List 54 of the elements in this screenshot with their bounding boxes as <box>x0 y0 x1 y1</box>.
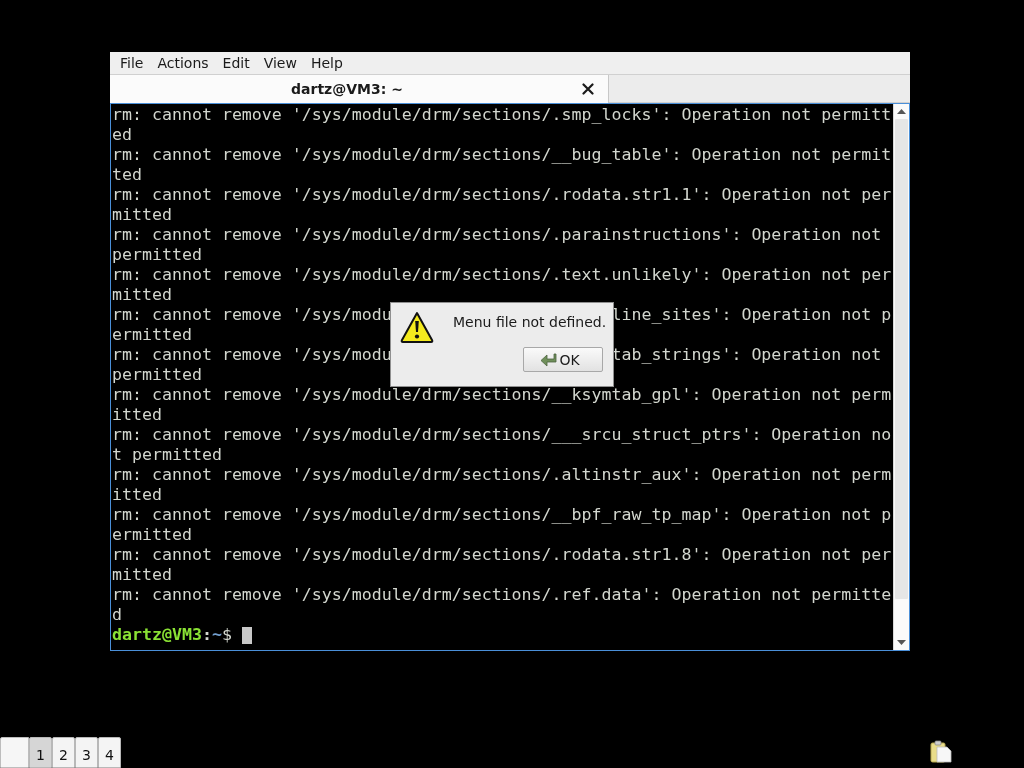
prompt-symbol: $ <box>221 625 232 645</box>
terminal-line: rm: cannot remove '/sys/modu <box>112 305 392 325</box>
warning-icon <box>400 311 434 344</box>
terminal-line: rm: cannot remove '/sys/module/drm/sections/.ref.data': Operation not permitte <box>112 585 892 605</box>
terminal-line: ted <box>112 165 142 185</box>
return-arrow-icon <box>540 352 558 367</box>
terminal-line: permitted <box>112 245 202 265</box>
workspace-button[interactable]: 2 <box>52 737 75 768</box>
terminal-line: rm: cannot remove '/sys/module/drm/sections/.parainstructions': Operation not <box>112 225 882 245</box>
terminal-line: rm: cannot remove '/sys/module/drm/sections/__bpf_raw_tp_map': Operation not p <box>112 505 892 525</box>
menu-item[interactable]: Edit <box>215 53 257 73</box>
terminal-line: tab_strings': Operation not <box>611 345 882 365</box>
workspace-button[interactable]: 4 <box>98 737 121 768</box>
workspace-button[interactable]: 3 <box>75 737 98 768</box>
terminal-line: rm: cannot remove '/sys/module/drm/sections/.rodata.str1.8': Operation not per <box>112 545 892 565</box>
clipboard-icon[interactable] <box>930 740 952 763</box>
terminal-line: mitted <box>112 565 172 585</box>
terminal-line: rm: cannot remove '/sys/module/drm/sections/___srcu_struct_ptrs': Operation no <box>112 425 892 445</box>
menu-item[interactable]: Help <box>303 53 350 73</box>
terminal-line: permitted <box>112 365 202 385</box>
terminal-line: ed <box>112 125 132 145</box>
cursor-icon <box>241 626 252 644</box>
terminal-line: rm: cannot remove '/sys/module/drm/sections/.rodata.str1.1': Operation not per <box>112 185 892 205</box>
terminal-line: mitted <box>112 285 172 305</box>
terminal-line: rm: cannot remove '/sys/modu <box>112 345 392 365</box>
menu-item[interactable]: View <box>256 53 304 73</box>
menu-item[interactable]: File <box>113 53 151 73</box>
workspace-button[interactable]: 1 <box>29 737 52 768</box>
terminal-line: rm: cannot remove '/sys/module/drm/sections/.text.unlikely': Operation not per <box>112 265 892 285</box>
dialog-message: Menu file not defined. <box>453 313 607 332</box>
terminal-line: ermitted <box>112 525 192 545</box>
terminal-line: rm: cannot remove '/sys/module/drm/sections/.smp_locks': Operation not permitt <box>112 105 892 125</box>
terminal-line: rm: cannot remove '/sys/module/drm/sections/__ksymtab_gpl': Operation not perm <box>112 385 892 405</box>
terminal-tab[interactable]: dartz@VM3: ~ <box>110 75 609 103</box>
terminal-line: t permitted <box>112 445 222 465</box>
prompt-separator: : <box>201 625 212 645</box>
terminal-line: rm: cannot remove '/sys/module/drm/sections/.altinstr_aux': Operation not perm <box>112 465 892 485</box>
terminal-line: rm: cannot remove '/sys/module/drm/sections/__bug_table': Operation not permit <box>112 145 892 165</box>
scrollbar[interactable] <box>893 104 909 650</box>
close-icon[interactable] <box>582 83 594 95</box>
scrollbar-thumb[interactable] <box>895 119 908 599</box>
scroll-up-icon[interactable] <box>897 109 906 114</box>
terminal-line: itted <box>112 485 162 505</box>
terminal-line: itted <box>112 405 162 425</box>
scroll-down-icon[interactable] <box>897 640 906 645</box>
prompt-path: ~ <box>211 625 222 645</box>
terminal-line: d <box>112 605 122 625</box>
terminal-line: mitted <box>112 205 172 225</box>
menu-item[interactable]: Actions <box>150 53 216 73</box>
prompt-user-host: dartz@VM3 <box>112 625 202 645</box>
ok-button[interactable]: OK <box>523 347 603 372</box>
tab-title: dartz@VM3: ~ <box>290 81 404 97</box>
terminal-line: line_sites': Operation not p <box>611 305 892 325</box>
terminal-line: ermitted <box>112 325 192 345</box>
